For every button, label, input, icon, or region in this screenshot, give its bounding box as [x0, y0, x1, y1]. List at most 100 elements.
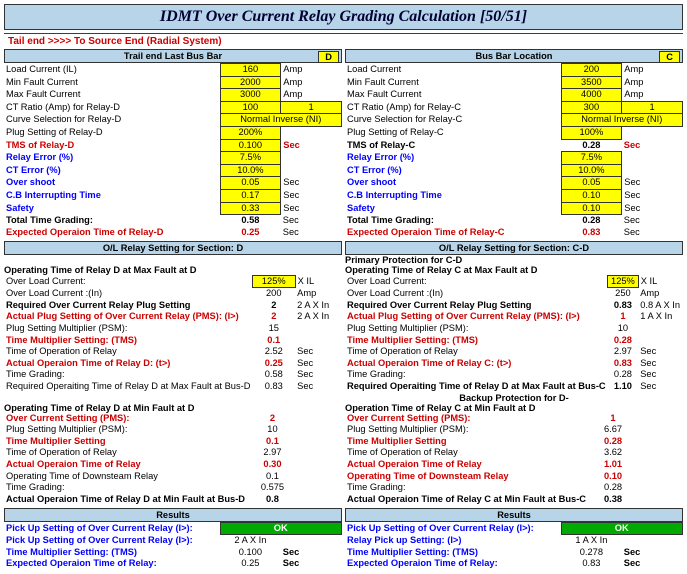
row: Actual Operaion Time of Relay D at Min F…: [4, 494, 342, 506]
columns: Trail end Last Bus BarD Load Current (IL…: [4, 49, 683, 570]
row: Safety0.10Sec: [345, 202, 683, 215]
left-header: Trail end Last Bus BarD: [4, 49, 342, 63]
row: Time Grading:0.575: [4, 482, 342, 494]
row: Time of Operation of Relay2.52Sec: [4, 346, 342, 358]
row: Expected Operaion Time of Relay-C0.83Sec: [345, 227, 683, 239]
row: Operating Time of Downsteam Relay0.10: [345, 471, 683, 483]
page-title: IDMT Over Current Relay Grading Calculat…: [4, 4, 683, 30]
row: Time Grading:0.28: [345, 482, 683, 494]
right-header: Bus Bar LocationC: [345, 49, 683, 63]
row: CT Ratio (Amp) for Relay-C3001: [345, 101, 683, 114]
row: Actual Operaion Time of Relay1.01: [345, 459, 683, 471]
left-params: Load Current (IL)160AmpMin Fault Current…: [4, 63, 342, 239]
row: Actual Operaion Time of Relay D: (t>)0.2…: [4, 358, 342, 370]
row: Pick Up Setting of Over Current Relay (I…: [4, 522, 342, 535]
row: Time Multiplier Setting: (TMS)0.1: [4, 335, 342, 347]
row: TMS of Relay-D0.100Sec: [4, 139, 342, 152]
row: Actual Operaion Time of Relay C at Min F…: [345, 494, 683, 506]
right-min-title: Operation Time of Relay C at Min Fault a…: [345, 403, 683, 413]
row: Plug Setting of Relay-D200%: [4, 127, 342, 140]
right-primary: Primary Protection for C-D: [345, 255, 683, 265]
row: CT Error (%)10.0%: [4, 164, 342, 177]
row: Time Multiplier Setting: (TMS)0.100Sec: [4, 547, 342, 559]
row: Time Multiplier Setting: (TMS)0.278Sec: [345, 547, 683, 559]
row: Plug Setting of Relay-C100%: [345, 127, 683, 140]
status-ok: OK: [220, 522, 342, 535]
row: Time of Operation of Relay2.97: [4, 447, 342, 459]
row: Plug Setting Multiplier (PSM):10: [4, 424, 342, 436]
right-s1: Over Load Current:125%X ILOver Load Curr…: [345, 275, 683, 393]
row: TMS of Relay-C0.28Sec: [345, 139, 683, 152]
right-backup: Backup Protection for D-: [345, 393, 683, 403]
right-max-title: Operating Time of Relay C at Max Fault a…: [345, 265, 683, 275]
left-min-title: Operating Time of Relay D at Min Fault a…: [4, 403, 342, 413]
row: Required Operaiting Time of Relay D at M…: [4, 381, 342, 393]
left-tag: D: [318, 51, 339, 63]
right-tag: C: [659, 51, 680, 63]
row: Curve Selection for Relay-DNormal Invers…: [4, 114, 342, 127]
row: Over Current Setting (PMS):1: [345, 413, 683, 425]
row: Over shoot0.05Sec: [4, 177, 342, 190]
row: Plug Setting Multiplier (PSM):15: [4, 323, 342, 335]
row: Min Fault Current2000Amp: [4, 76, 342, 89]
row: Over Load Current :(In)200Amp: [4, 288, 342, 300]
row: Time Multiplier Setting0.1: [4, 436, 342, 448]
right-params: Load Current200AmpMin Fault Current3500A…: [345, 63, 683, 239]
row: Relay Error (%)7.5%: [345, 152, 683, 165]
row: Load Current (IL)160Amp: [4, 64, 342, 77]
row: Required Operaiting Time of Relay D at M…: [345, 381, 683, 393]
row: Over Load Current:125%X IL: [4, 275, 342, 288]
row: Required Over Current Relay Plug Setting…: [345, 300, 683, 312]
row: Time of Operation of Relay2.97Sec: [345, 346, 683, 358]
row: Operating Time of Downsteam Relay0.1: [4, 471, 342, 483]
row: Time of Operation of Relay3.62: [345, 447, 683, 459]
row: Over Load Current :(In)250Amp: [345, 288, 683, 300]
row: CT Ratio (Amp) for Relay-D1001: [4, 101, 342, 114]
row: Actual Plug Setting of Over Current Rela…: [4, 311, 342, 323]
row: Expected Operaion Time of Relay:0.25Sec: [4, 558, 342, 570]
row: Time Multiplier Setting: (TMS)0.28: [345, 335, 683, 347]
row: Expected Operaion Time of Relay:0.83Sec: [345, 558, 683, 570]
col-left: Trail end Last Bus BarD Load Current (IL…: [4, 49, 342, 570]
row: Pick Up Setting of Over Current Relay (I…: [345, 522, 683, 535]
row: Max Fault Current4000Amp: [345, 89, 683, 102]
subtitle: Tail end >>>> To Source End (Radial Syst…: [4, 33, 683, 49]
row: Time Multiplier Setting0.28: [345, 436, 683, 448]
left-s2: Over Current Setting (PMS):2Plug Setting…: [4, 413, 342, 506]
row: CT Error (%)10.0%: [345, 164, 683, 177]
row: Actual Operaion Time of Relay C: (t>)0.8…: [345, 358, 683, 370]
row: Over shoot0.05Sec: [345, 177, 683, 190]
row: Relay Error (%)7.5%: [4, 152, 342, 165]
row: Min Fault Current3500Amp: [345, 76, 683, 89]
row: Curve Selection for Relay-CNormal Invers…: [345, 114, 683, 127]
col-right: Bus Bar LocationC Load Current200AmpMin …: [345, 49, 683, 570]
left-max-title: Operating Time of Relay D at Max Fault a…: [4, 265, 342, 275]
row: Expected Operaion Time of Relay-D0.25Sec: [4, 227, 342, 239]
row: Max Fault Current3000Amp: [4, 89, 342, 102]
row: Relay Pick up Setting: (I>)1 A X In: [345, 535, 683, 547]
row: Plug Setting Multiplier (PSM):10: [345, 323, 683, 335]
row: Time Grading:0.58Sec: [4, 369, 342, 381]
row: Over Current Setting (PMS):2: [4, 413, 342, 425]
row: Load Current200Amp: [345, 64, 683, 77]
left-s1: Over Load Current:125%X ILOver Load Curr…: [4, 275, 342, 393]
right-sec2: O/L Relay Setting for Section: C-D: [345, 241, 683, 255]
left-sec2: O/L Relay Setting for Section: D: [4, 241, 342, 255]
row: Required Over Current Relay Plug Setting…: [4, 300, 342, 312]
right-s2: Over Current Setting (PMS):1Plug Setting…: [345, 413, 683, 506]
row: C.B Interrupting Time0.10Sec: [345, 190, 683, 203]
right-results: Pick Up Setting of Over Current Relay (I…: [345, 522, 683, 570]
row: Total Time Grading:0.58Sec: [4, 215, 342, 227]
row: C.B Interrupting Time0.17Sec: [4, 190, 342, 203]
left-results: Pick Up Setting of Over Current Relay (I…: [4, 522, 342, 570]
row: Actual Operaion Time of Relay0.30: [4, 459, 342, 471]
status-ok: OK: [561, 522, 683, 535]
row: Safety0.33Sec: [4, 202, 342, 215]
row: Time Grading:0.28Sec: [345, 369, 683, 381]
row: Pick Up Setting of Over Current Relay (I…: [4, 535, 342, 547]
left-results-head: Results: [4, 508, 342, 522]
row: Plug Setting Multiplier (PSM):6.67: [345, 424, 683, 436]
row: Over Load Current:125%X IL: [345, 275, 683, 288]
row: Total Time Grading:0.28Sec: [345, 215, 683, 227]
right-results-head: Results: [345, 508, 683, 522]
